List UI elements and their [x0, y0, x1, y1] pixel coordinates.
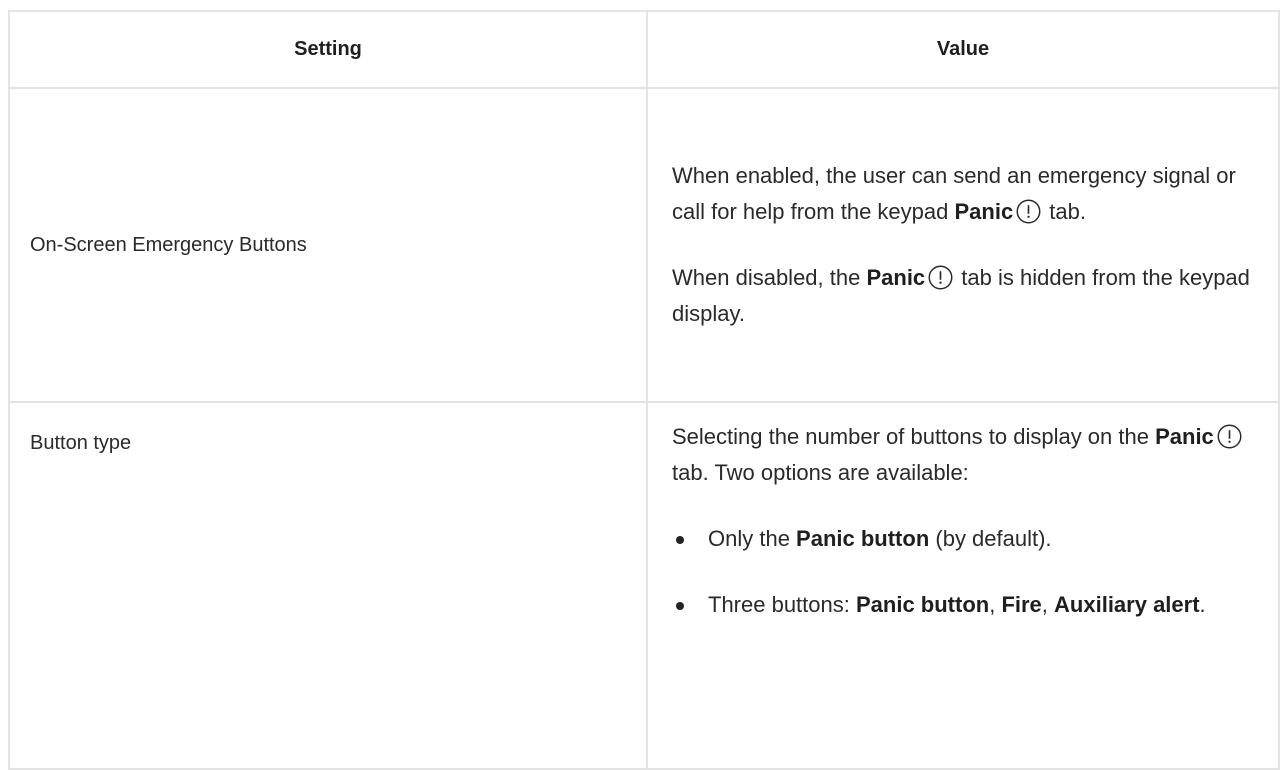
description-paragraph: Selecting the number of buttons to displ…	[672, 419, 1260, 491]
text: When disabled, the	[672, 265, 867, 290]
bold-term: Auxiliary alert	[1054, 592, 1200, 617]
panic-exclamation-icon	[1217, 424, 1242, 449]
table-row: On-Screen Emergency Buttons When enabled…	[8, 87, 1280, 403]
header-row: Setting Value	[8, 10, 1280, 89]
text: tab.	[1043, 199, 1086, 224]
value-column-header: Value	[646, 10, 1280, 89]
setting-description-cell: Selecting the number of buttons to displ…	[646, 401, 1280, 770]
panic-exclamation-icon	[928, 265, 953, 290]
bold-term: Fire	[1001, 592, 1042, 617]
description-paragraph: When enabled, the user can send an emerg…	[672, 158, 1260, 230]
bold-term: Panic button	[855, 592, 990, 617]
setting-column-header: Setting	[8, 10, 648, 89]
setting-name-cell: Button type	[8, 401, 648, 770]
text: Only the	[708, 526, 797, 551]
text: .	[1199, 592, 1206, 617]
description-paragraph: When disabled, the Panic tab is hidden f…	[672, 260, 1260, 332]
settings-table: Setting Value On-Screen Emergency Button…	[8, 10, 1280, 770]
text: Three buttons:	[708, 592, 856, 617]
setting-name-cell: On-Screen Emergency Buttons	[8, 87, 648, 403]
text: (by default).	[929, 526, 1052, 551]
panic-tab-name: Panic	[1155, 424, 1214, 449]
text: Selecting the number of buttons to displ…	[672, 424, 1156, 449]
text: ,	[989, 592, 1002, 617]
list-item: Only the Panic button (by default).	[672, 521, 1260, 557]
table-body: On-Screen Emergency Buttons When enabled…	[8, 87, 1280, 770]
panic-tab-name: Panic	[954, 199, 1014, 224]
options-list: Only the Panic button (by default). Thre…	[672, 521, 1260, 623]
table-header: Setting Value	[8, 10, 1280, 89]
setting-description-cell: When enabled, the user can send an emerg…	[646, 87, 1280, 403]
bold-term: Panic button	[796, 526, 930, 551]
text: tab. Two options are available:	[672, 460, 969, 485]
list-item: Three buttons: Panic button, Fire, Auxil…	[672, 587, 1260, 623]
text: ,	[1041, 592, 1055, 617]
table-row: Button type Selecting the number of butt…	[8, 401, 1280, 770]
panic-exclamation-icon	[1016, 199, 1041, 224]
panic-tab-name: Panic	[866, 265, 926, 290]
